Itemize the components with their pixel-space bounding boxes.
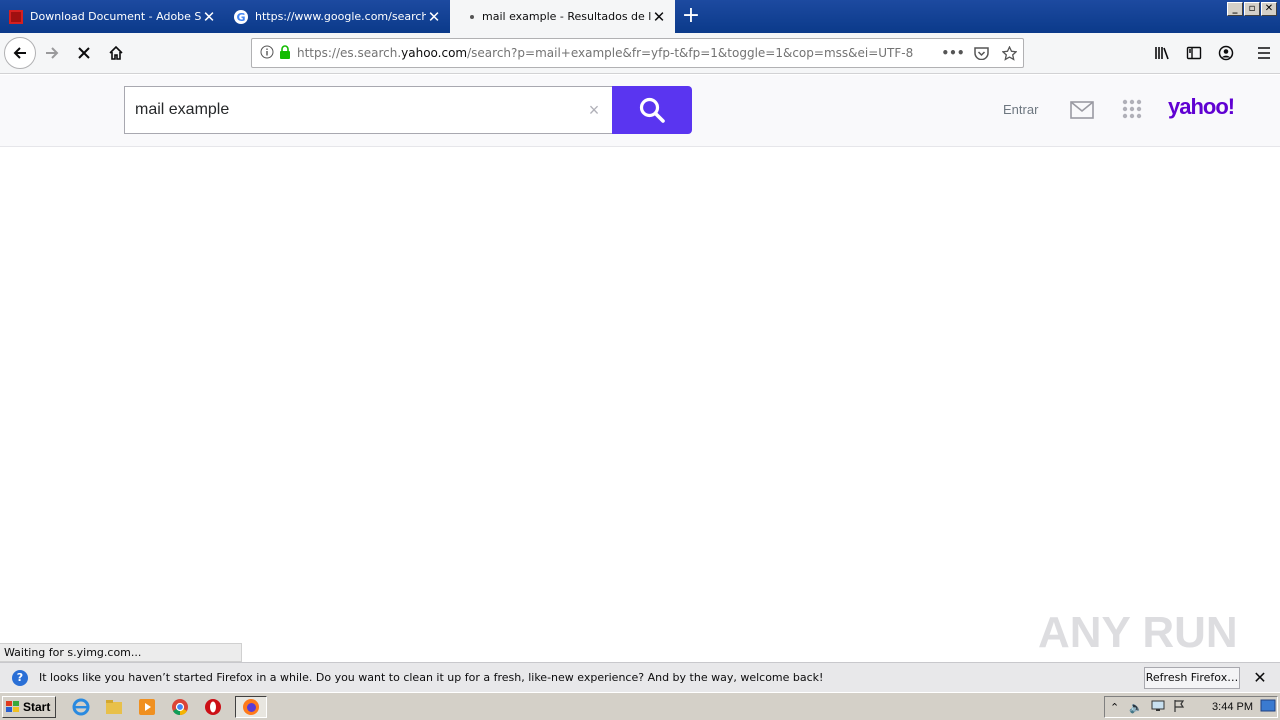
close-notification-icon[interactable]: ✕ [1250,668,1270,687]
bookmark-star-icon[interactable] [995,45,1023,61]
search-button[interactable] [612,86,692,134]
refresh-firefox-button[interactable]: Refresh Firefox… [1144,666,1240,689]
notification-bar: ? It looks like you haven’t started Fire… [0,662,1280,692]
tab-google-search[interactable]: G https://www.google.com/search?q ✕ [225,0,450,33]
media-player-icon[interactable] [136,696,158,718]
new-tab-button[interactable]: + [675,0,707,33]
explorer-folder-icon[interactable] [103,696,125,718]
question-icon: ? [12,669,28,686]
system-tray: ⌃ 🔈 3:44 PM [1104,696,1278,718]
yahoo-header: mail example × Entrar yahoo! [0,75,1280,147]
windows-logo-icon [6,700,19,712]
account-button[interactable] [1210,37,1242,69]
tab-strip: Download Document - Adobe Sign ✕ G https… [0,0,1280,33]
pocket-icon[interactable] [967,46,995,60]
home-icon [109,45,123,60]
tab-title: https://www.google.com/search?q [255,10,426,23]
stop-x-icon [78,47,90,59]
loading-dot-icon [470,14,474,19]
home-button[interactable] [100,37,132,69]
google-icon: G [233,9,249,25]
search-icon [639,97,665,123]
tab-yahoo-results[interactable]: mail example - Resultados de la bú ✕ [450,0,675,33]
sidebar-button[interactable] [1178,37,1210,69]
yahoo-logo[interactable]: yahoo! [1168,94,1235,120]
taskbar: Start ⌃ 🔈 3:44 PM [0,692,1280,720]
forward-arrow-icon [46,47,59,59]
mail-icon[interactable] [1070,101,1094,122]
lock-icon[interactable] [279,44,291,62]
network-icon[interactable] [1151,700,1165,715]
page-actions-icon[interactable]: ••• [939,46,967,60]
clock[interactable]: 3:44 PM [1212,701,1253,713]
sidebar-icon [1186,46,1202,60]
notification-message: It looks like you haven’t started Firefo… [39,671,824,684]
tab-title: Download Document - Adobe Sign [30,10,201,23]
url-bar[interactable]: https://es.search.yahoo.com/search?p=mai… [251,38,1024,68]
tab-close-icon[interactable]: ✕ [651,9,667,25]
info-icon[interactable] [260,45,274,62]
search-query-text: mail example [135,101,230,118]
show-hidden-icons-icon[interactable]: ⌃ [1110,701,1119,714]
start-button[interactable]: Start [2,695,56,718]
navigation-toolbar: https://es.search.yahoo.com/search?p=mai… [0,33,1280,74]
url-text: https://es.search.yahoo.com/search?p=mai… [297,46,914,60]
adobe-sign-icon [8,9,24,25]
firefox-taskbar-button[interactable] [235,695,267,718]
anyrun-watermark: ANY RUN [1038,608,1238,657]
search-box: mail example × [124,86,692,134]
apps-grid-icon[interactable] [1122,99,1142,122]
svg-text:G: G [236,11,245,24]
account-icon [1218,45,1234,61]
chrome-icon[interactable] [169,696,191,718]
show-desktop-icon[interactable] [1260,699,1276,716]
tab-adobe-sign[interactable]: Download Document - Adobe Sign ✕ [0,0,225,33]
start-label: Start [23,699,51,714]
sign-in-link[interactable]: Entrar [1003,102,1038,117]
back-arrow-icon [13,47,26,59]
menu-button[interactable] [1248,37,1280,69]
firefox-icon [243,698,259,715]
opera-icon[interactable] [202,696,224,718]
forward-button[interactable] [36,37,68,69]
volume-icon[interactable]: 🔈 [1129,701,1143,714]
close-window-button[interactable]: ✕ [1261,2,1277,16]
tab-close-icon[interactable]: ✕ [426,9,442,25]
clear-search-icon[interactable]: × [576,100,612,121]
library-icon [1155,47,1169,60]
right-toolbar [1146,37,1280,69]
minimize-button[interactable]: _ [1227,2,1243,16]
library-button[interactable] [1146,37,1178,69]
restore-button[interactable]: ▫ [1244,2,1260,16]
search-input[interactable]: mail example × [124,86,612,134]
tab-close-icon[interactable]: ✕ [201,9,217,25]
tab-title: mail example - Resultados de la bú [482,10,651,23]
hamburger-menu-icon [1258,47,1270,59]
back-button[interactable] [4,37,36,69]
ie-icon[interactable] [70,696,92,718]
window-controls: _ ▫ ✕ [1227,2,1277,16]
status-bubble: Waiting for s.yimg.com... [0,643,242,662]
stop-button[interactable] [68,37,100,69]
action-center-flag-icon[interactable] [1173,699,1185,716]
